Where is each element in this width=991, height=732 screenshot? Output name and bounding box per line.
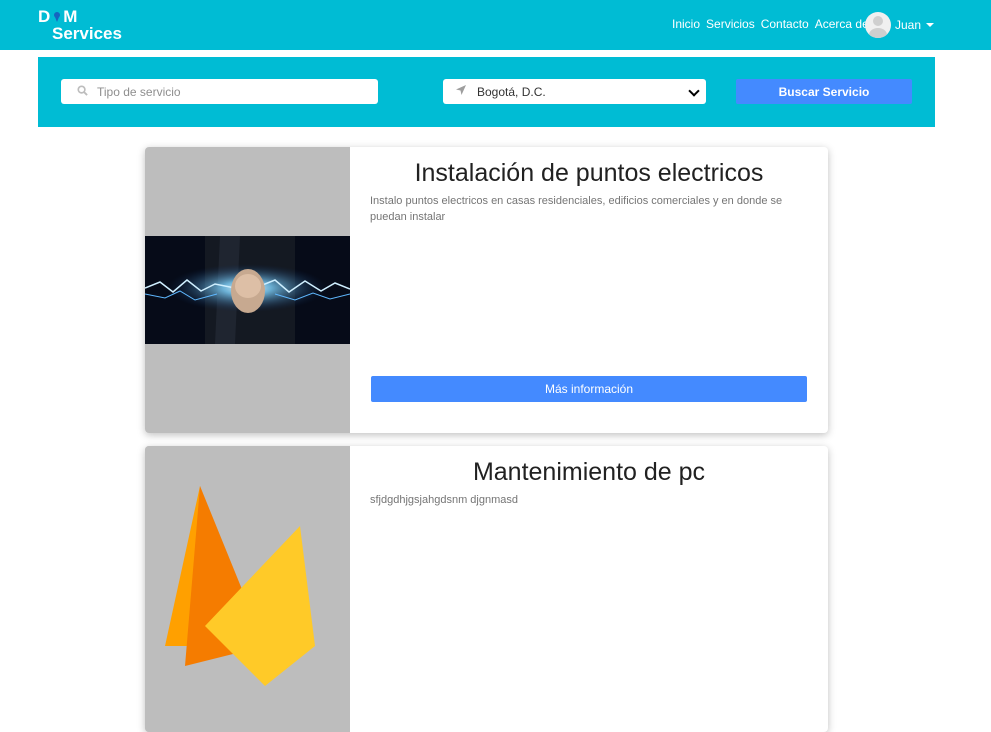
- nav-link-contacto[interactable]: Contacto: [761, 17, 809, 31]
- service-search-field[interactable]: [61, 79, 378, 104]
- caret-down-icon: [926, 23, 935, 27]
- city-select-value: Bogotá, D.C.: [477, 84, 546, 99]
- user-name: Juan: [895, 18, 922, 32]
- service-title: Instalación de puntos electricos: [414, 159, 764, 187]
- firebase-logo-image: [145, 446, 350, 732]
- avatar: [865, 12, 891, 38]
- service-card: Instalación de puntos electricos Instalo…: [145, 147, 828, 433]
- electric-hand-image: [145, 236, 350, 344]
- logo-services-text: Services: [52, 24, 122, 43]
- nav-link-inicio[interactable]: Inicio: [672, 17, 700, 31]
- service-description: sfjdgdhjgsjahgdsnm djgnmasd: [370, 494, 518, 506]
- brand-logo[interactable]: D M Services: [38, 8, 122, 42]
- logo-letter-m: M: [63, 7, 79, 26]
- service-card: Mantenimiento de pc sfjdgdhjgsjahgdsnm d…: [145, 446, 828, 732]
- logo-letter-d: D: [38, 7, 52, 26]
- user-menu[interactable]: Juan: [865, 12, 935, 38]
- service-title: Mantenimiento de pc: [472, 458, 706, 486]
- nav-link-servicios[interactable]: Servicios: [706, 17, 755, 31]
- chevron-down-icon: [688, 86, 700, 98]
- service-image: [145, 446, 350, 732]
- search-icon: [67, 84, 97, 99]
- city-select[interactable]: Bogotá, D.C.: [443, 79, 706, 104]
- nav-link-acerca-de[interactable]: Acerca de: [815, 17, 869, 31]
- location-pin-icon: [53, 11, 61, 22]
- search-panel: Bogotá, D.C. Buscar Servicio: [38, 57, 935, 127]
- more-info-button[interactable]: Más información: [371, 376, 807, 402]
- nav-links: Inicio Servicios Contacto Acerca de: [672, 17, 869, 31]
- search-service-button[interactable]: Buscar Servicio: [736, 79, 912, 104]
- top-navbar: D M Services Inicio Servicios Contacto A…: [0, 0, 991, 50]
- service-image: [145, 147, 350, 433]
- service-description: Instalo puntos electricos en casas resid…: [370, 195, 783, 223]
- service-search-input[interactable]: [97, 84, 357, 99]
- location-arrow-icon: [449, 84, 473, 99]
